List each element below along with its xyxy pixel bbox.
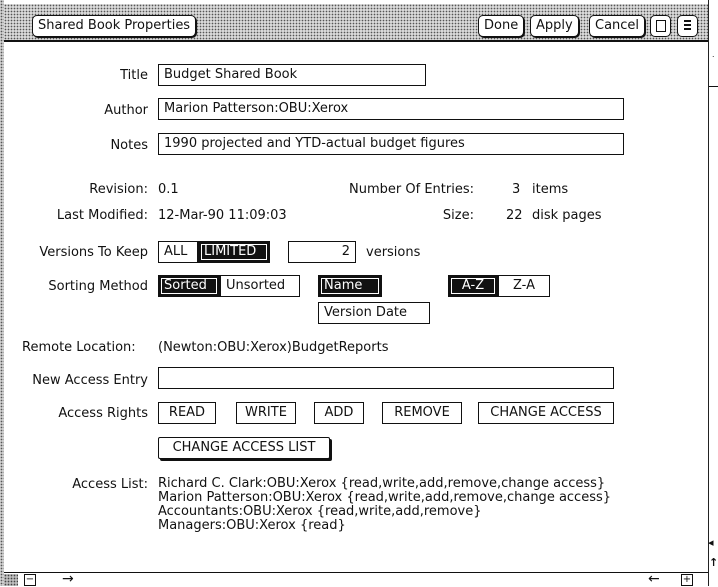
scroll-plus-icon[interactable]: + xyxy=(681,574,693,586)
new-access-entry-label: New Access Entry xyxy=(32,373,148,388)
entries-value: 3 xyxy=(512,182,521,197)
size-label: Size: xyxy=(442,208,474,223)
access-rights-label: Access Rights xyxy=(58,406,148,421)
title-bar: Shared Book Properties Done Apply Cancel xyxy=(4,4,708,42)
access-list-item: Managers:OBU:Xerox {read} xyxy=(158,518,346,533)
vertical-scrollbar[interactable]: ˙ ◂ ↑ xyxy=(708,0,718,586)
notes-label: Notes xyxy=(110,138,148,153)
sort-order-z-a-option[interactable]: Z-A xyxy=(498,275,550,297)
remote-location-value: (Newton:OBU:Xerox)BudgetReports xyxy=(158,340,389,355)
access-list-item: Richard C. Clark:OBU:Xerox {read,write,a… xyxy=(158,476,606,491)
scroll-tick-icon: ˙ xyxy=(711,56,716,66)
sorting-label: Sorting Method xyxy=(48,279,148,294)
sort-key-name-option[interactable]: Name xyxy=(318,275,382,297)
scroll-up-arrow-icon[interactable]: ↑ xyxy=(709,556,718,569)
access-remove-button[interactable]: REMOVE xyxy=(382,402,462,424)
title-field[interactable]: Budget Shared Book xyxy=(158,64,426,86)
modified-label: Last Modified: xyxy=(56,208,148,223)
access-list-item: Accountants:OBU:Xerox {read,write,add,re… xyxy=(158,504,482,519)
size-unit: disk pages xyxy=(532,208,602,223)
versions-label: Versions To Keep xyxy=(39,245,148,260)
apply-button[interactable]: Apply xyxy=(530,15,579,37)
sort-sorted-option[interactable]: Sorted xyxy=(158,275,220,297)
access-add-button[interactable]: ADD xyxy=(314,402,364,424)
author-field[interactable]: Marion Patterson:OBU:Xerox xyxy=(158,98,624,120)
horizontal-scrollbar[interactable] xyxy=(4,572,708,587)
notes-field[interactable]: 1990 projected and YTD-actual budget fig… xyxy=(158,133,624,155)
versions-count-field[interactable]: 2 xyxy=(288,241,356,263)
scroll-left-arrow-icon[interactable]: ← xyxy=(648,572,660,586)
new-access-entry-field[interactable] xyxy=(158,367,614,389)
remote-location-label: Remote Location: xyxy=(22,340,136,355)
title-label: Title xyxy=(120,68,148,83)
entries-unit: items xyxy=(532,182,569,197)
modified-value: 12-Mar-90 11:09:03 xyxy=(158,208,287,223)
author-label: Author xyxy=(104,103,148,118)
revision-label: Revision: xyxy=(89,182,148,197)
cancel-button[interactable]: Cancel xyxy=(589,15,646,37)
entries-label: Number Of Entries: xyxy=(349,182,474,197)
revision-value: 0.1 xyxy=(158,182,179,197)
versions-all-option[interactable]: ALL xyxy=(158,241,198,263)
change-access-list-button[interactable]: CHANGE ACCESS LIST xyxy=(158,437,330,459)
scroll-right-arrow-icon[interactable]: → xyxy=(62,572,74,586)
sort-order-a-z-option[interactable]: A-Z xyxy=(448,275,498,297)
sort-unsorted-option[interactable]: Unsorted xyxy=(220,275,300,297)
access-read-button[interactable]: READ xyxy=(158,402,216,424)
scroll-corner xyxy=(4,574,18,586)
done-button[interactable]: Done xyxy=(478,15,525,37)
size-value: 22 xyxy=(506,208,523,223)
window-title: Shared Book Properties xyxy=(32,15,197,37)
scroll-divider xyxy=(709,86,718,87)
access-write-button[interactable]: WRITE xyxy=(236,402,296,424)
access-list-item: Marion Patterson:OBU:Xerox {read,write,a… xyxy=(158,490,612,505)
access-list: Richard C. Clark:OBU:Xerox {read,write,a… xyxy=(158,477,611,533)
scroll-left-arrow-icon[interactable]: ◂ xyxy=(708,536,714,549)
window-menu-icon[interactable] xyxy=(677,15,698,37)
sort-key-version-date-option[interactable]: Version Date xyxy=(318,302,430,324)
versions-unit: versions xyxy=(366,245,421,260)
access-change-access-button[interactable]: CHANGE ACCESS xyxy=(478,402,614,424)
access-list-label: Access List: xyxy=(72,477,148,492)
versions-limited-option[interactable]: LIMITED xyxy=(198,241,270,263)
scroll-minus-icon[interactable]: − xyxy=(24,574,36,586)
window-toggle-icon[interactable] xyxy=(650,15,671,37)
